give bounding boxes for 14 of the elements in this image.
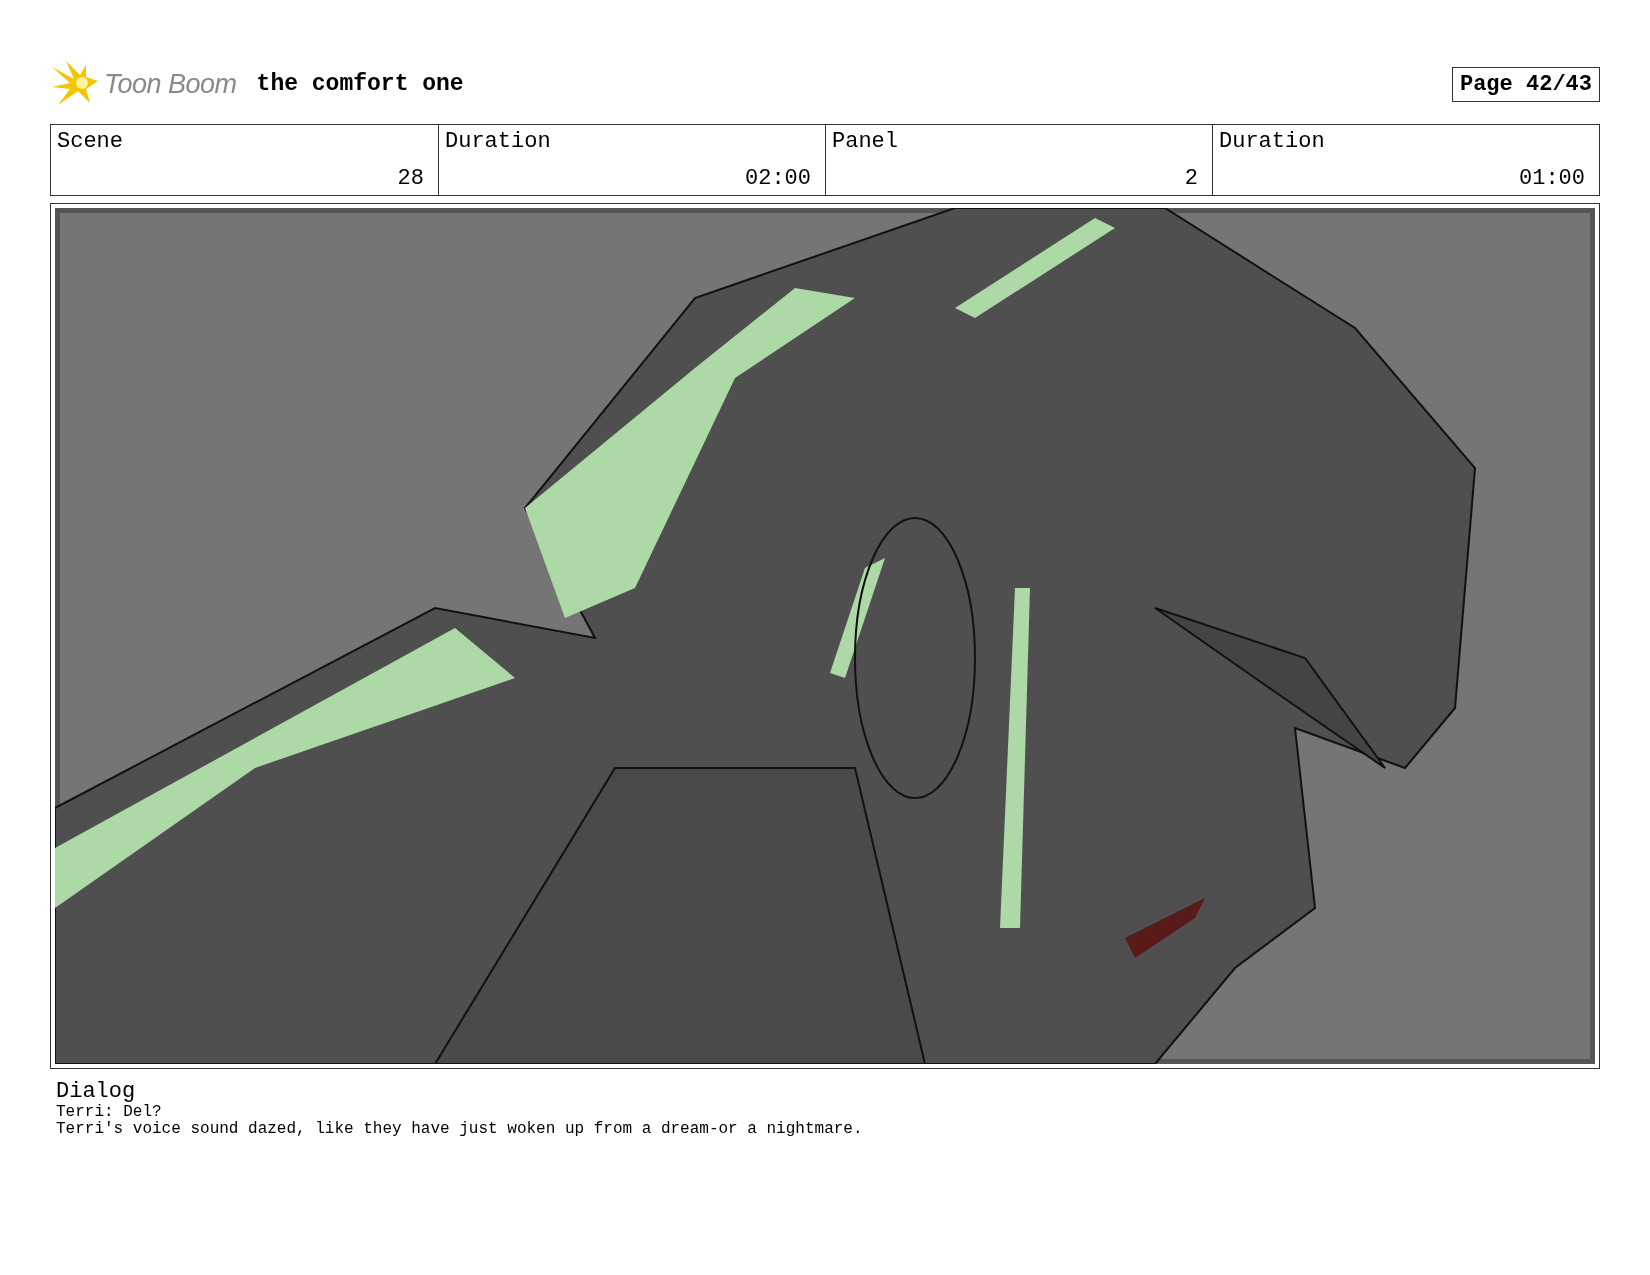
- field-value: 28: [397, 166, 424, 191]
- dialog-heading: Dialog: [56, 1079, 137, 1104]
- field-value: 02:00: [745, 166, 811, 191]
- field-label: Duration: [1219, 129, 1326, 154]
- field-label: Scene: [57, 129, 124, 154]
- project-title: the comfort one: [256, 71, 464, 97]
- dialog-line: Terri: Del?: [56, 1104, 163, 1121]
- field-value: 01:00: [1519, 166, 1585, 191]
- field-label: Duration: [445, 129, 552, 154]
- page-number: Page 42/43: [1451, 66, 1600, 102]
- field-label: Panel: [832, 129, 899, 154]
- dialog-line: Terri's voice sound dazed, like they have just woken up from a dream-or a nightmare.: [56, 1121, 864, 1138]
- logo-text: Toon Boom: [104, 68, 237, 100]
- field-value: 2: [1184, 166, 1198, 191]
